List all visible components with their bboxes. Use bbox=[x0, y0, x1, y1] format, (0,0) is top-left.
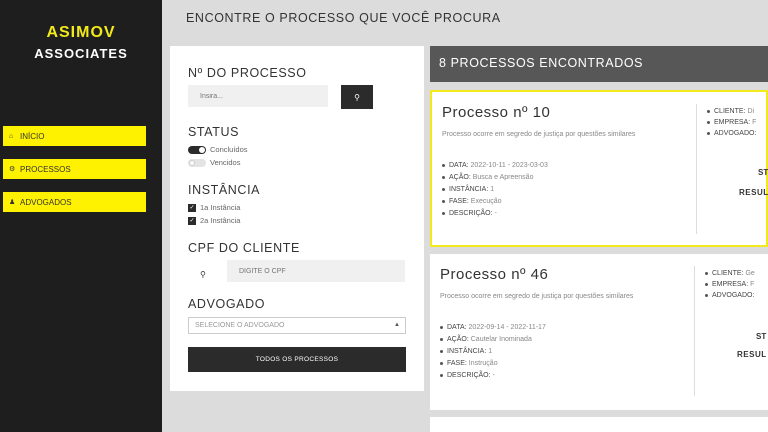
sidebar: ASIMOV ASSOCIATES ⌂ INÍCIO ⚙ PROCESSOS ♟… bbox=[0, 0, 162, 432]
field-fase: FASE: Execução bbox=[442, 196, 548, 208]
status-option-concluidos[interactable]: Concluídos bbox=[188, 145, 248, 154]
home-icon: ⌂ bbox=[9, 132, 14, 140]
process-card[interactable]: Processo nº 10 Processo ocorre em segred… bbox=[430, 90, 768, 247]
instance-option-1[interactable]: ✓ 1a Instância bbox=[188, 203, 240, 212]
field-cliente: CLIENTE: Di bbox=[707, 106, 756, 117]
lawyer-label: ADVOGADO bbox=[188, 297, 266, 311]
field-acao: AÇÃO: Busca e Apreensão bbox=[442, 172, 548, 184]
field-acao: AÇÃO: Cautelar Inominada bbox=[440, 334, 546, 346]
result-label: RESUL bbox=[737, 350, 767, 359]
chevron-down-icon: ▲︎ bbox=[394, 322, 400, 328]
checkbox-checked[interactable]: ✓ bbox=[188, 216, 196, 225]
process-card[interactable]: Processo nº 46 Processo ocorre em segred… bbox=[430, 254, 768, 410]
filters-panel: Nº DO PROCESSO ⚲ STATUS Concluídos Venci… bbox=[170, 46, 424, 391]
card-divider bbox=[694, 266, 695, 396]
results-count: 8 PROCESSOS ENCONTRADOS bbox=[439, 56, 644, 70]
process-fields: DATA: 2022-09-14 - 2022-11-17 AÇÃO: Caut… bbox=[440, 322, 546, 382]
instance-option-label: 2a Instância bbox=[200, 216, 241, 225]
nav-item-processos[interactable]: ⚙ PROCESSOS bbox=[3, 159, 146, 179]
status-badge: ST bbox=[756, 332, 767, 341]
card-divider bbox=[696, 104, 697, 234]
nav-item-label: PROCESSOS bbox=[20, 164, 71, 174]
field-cliente: CLIENTE: Ge bbox=[705, 268, 755, 279]
field-empresa: EMPRESA: F bbox=[705, 279, 755, 290]
field-instancia: INSTÂNCIA: 1 bbox=[440, 346, 546, 358]
nav-item-label: ADVOGADOS bbox=[20, 197, 72, 207]
process-title: Processo nº 46 bbox=[440, 266, 549, 283]
brand-subtitle: ASSOCIATES bbox=[34, 46, 128, 61]
process-search-button[interactable]: ⚲ bbox=[341, 85, 373, 109]
status-badge: ST bbox=[758, 168, 768, 177]
status-label: STATUS bbox=[188, 125, 240, 139]
process-client-info: CLIENTE: Di EMPRESA: F ADVOGADO: bbox=[707, 106, 756, 139]
results-header: 8 PROCESSOS ENCONTRADOS bbox=[430, 46, 768, 82]
brand-name: ASIMOV bbox=[46, 24, 116, 41]
brand-logo[interactable]: ASIMOV ASSOCIATES bbox=[0, 24, 162, 61]
nav-item-label: INÍCIO bbox=[20, 131, 45, 141]
lawyer-select[interactable]: SELECIONE O ADVOGADO ▲︎ bbox=[188, 317, 406, 334]
page-title: ENCONTRE O PROCESSO QUE VOCÊ PROCURA bbox=[186, 11, 501, 25]
field-descricao: DESCRIÇÃO: - bbox=[440, 370, 546, 382]
header: ENCONTRE O PROCESSO QUE VOCÊ PROCURA bbox=[162, 0, 768, 38]
field-advogado: ADVOGADO: bbox=[705, 290, 755, 301]
field-data: DATA: 2022-09-14 - 2022-11-17 bbox=[440, 322, 546, 334]
nav-item-advogados[interactable]: ♟ ADVOGADOS bbox=[3, 192, 146, 212]
users-icon: ♟ bbox=[9, 199, 16, 206]
process-fields: DATA: 2022-10-11 - 2023-03-03 AÇÃO: Busc… bbox=[442, 160, 548, 220]
process-number-label: Nº DO PROCESSO bbox=[188, 66, 307, 80]
lawyer-select-value: SELECIONE O ADVOGADO bbox=[195, 322, 285, 329]
instance-option-label: 1a Instância bbox=[200, 203, 241, 212]
instance-option-2[interactable]: ✓ 2a Instância bbox=[188, 216, 240, 225]
search-icon: ⚲ bbox=[354, 92, 360, 102]
process-description: Processo ocorre em segredo de justiça po… bbox=[440, 293, 634, 300]
field-fase: FASE: Instrução bbox=[440, 358, 546, 370]
cpf-input[interactable] bbox=[227, 260, 405, 282]
gear-icon: ⚙ bbox=[9, 166, 16, 173]
status-option-label: Vencidos bbox=[210, 158, 241, 167]
field-data: DATA: 2022-10-11 - 2023-03-03 bbox=[442, 160, 548, 172]
process-description: Processo ocorre em segredo de justiça po… bbox=[442, 131, 636, 138]
process-title: Processo nº 10 bbox=[442, 104, 551, 121]
toggle-off[interactable] bbox=[188, 158, 206, 167]
status-option-label: Concluídos bbox=[210, 145, 248, 154]
checkbox-checked[interactable]: ✓ bbox=[188, 203, 196, 212]
status-option-vencidos[interactable]: Vencidos bbox=[188, 158, 240, 167]
toggle-on[interactable] bbox=[188, 145, 206, 154]
result-label: RESUL bbox=[739, 188, 768, 197]
field-empresa: EMPRESA: F bbox=[707, 117, 756, 128]
field-descricao: DESCRIÇÃO: - bbox=[442, 208, 548, 220]
all-processes-button[interactable]: TODOS OS PROCESSOS bbox=[188, 347, 406, 372]
process-card[interactable] bbox=[430, 417, 768, 432]
instance-label: INSTÂNCIA bbox=[188, 183, 261, 197]
cpf-label: CPF DO CLIENTE bbox=[188, 241, 300, 255]
field-instancia: INSTÂNCIA: 1 bbox=[442, 184, 548, 196]
field-advogado: ADVOGADO: bbox=[707, 128, 756, 139]
process-client-info: CLIENTE: Ge EMPRESA: F ADVOGADO: bbox=[705, 268, 755, 301]
process-number-input[interactable] bbox=[188, 85, 328, 107]
search-icon[interactable]: ⚲ bbox=[200, 270, 206, 279]
nav-item-inicio[interactable]: ⌂ INÍCIO bbox=[3, 126, 146, 146]
